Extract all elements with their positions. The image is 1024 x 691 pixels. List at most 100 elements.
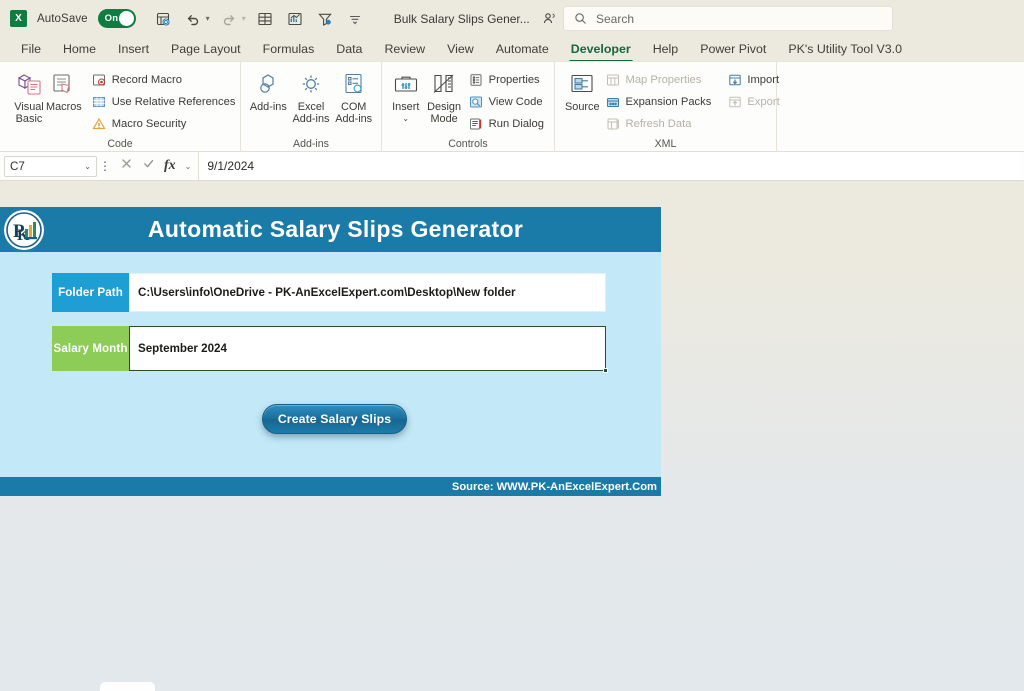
ribbon-tab-strip: File Home Insert Page Layout Formulas Da… [0, 37, 1024, 63]
macros-label: Macros [46, 101, 82, 113]
export-button: Export [723, 91, 783, 112]
macro-security-button[interactable]: Macro Security [88, 113, 240, 134]
excel-add-ins-label: Excel Add-ins [292, 101, 330, 125]
folder-path-input[interactable]: C:\Users\info\OneDrive - PK-AnExcelExper… [129, 273, 606, 312]
ribbon-group-addins: Add-ins Excel Add-ins COM Add-ins Add-in… [241, 62, 382, 152]
folder-path-label: Folder Path [52, 273, 129, 312]
formula-expand-icon[interactable]: ⌄ [185, 162, 192, 171]
use-relative-references-button[interactable]: Use Relative References [88, 91, 240, 112]
excel-add-ins-button[interactable]: Excel Add-ins [290, 66, 333, 125]
xml-source-icon [568, 70, 596, 100]
cell-fill-handle[interactable] [603, 368, 608, 373]
tab-data[interactable]: Data [325, 40, 373, 59]
ribbon-group-xml: Source Map Properties Expansion Packs Re… [555, 62, 780, 152]
chart-icon[interactable] [282, 6, 308, 32]
customize-quick-access-icon[interactable] [342, 6, 368, 32]
map-properties-label: Map Properties [625, 73, 702, 86]
panel-body: Folder Path C:\Users\info\OneDrive - PK-… [0, 252, 661, 477]
undo-dropdown-icon[interactable]: ▾ [206, 14, 210, 23]
ribbon-group-controls-label: Controls [448, 138, 488, 150]
com-add-ins-icon [340, 70, 368, 100]
import-label: Import [747, 73, 780, 86]
design-mode-button[interactable]: Design Mode [426, 66, 463, 125]
tab-developer[interactable]: Developer [560, 40, 642, 63]
insert-control-icon [392, 70, 420, 100]
tab-pk-utility-tool[interactable]: PK's Utility Tool V3.0 [777, 40, 913, 59]
insert-function-icon[interactable]: fx [164, 158, 176, 174]
ribbon-group-code-label: Code [107, 138, 133, 150]
expansion-packs-button[interactable]: Expansion Packs [602, 91, 716, 112]
create-salary-slips-button[interactable]: Create Salary Slips [262, 404, 407, 434]
ribbon-group-xml-label: XML [654, 138, 677, 150]
autosave-refresh-icon[interactable] [150, 6, 176, 32]
view-code-button[interactable]: View Code [465, 91, 548, 112]
insert-control-dropdown-icon[interactable]: ⌄ [402, 114, 409, 122]
search-input[interactable]: Search [563, 6, 893, 31]
tab-view[interactable]: View [436, 40, 485, 59]
tab-home[interactable]: Home [52, 40, 107, 59]
tab-automate[interactable]: Automate [485, 40, 560, 59]
name-box[interactable]: C7 ⌄ [4, 155, 97, 177]
search-placeholder: Search [596, 11, 635, 26]
macro-security-label: Macro Security [111, 117, 187, 130]
properties-icon [469, 72, 484, 87]
redo-dropdown-icon: ▾ [241, 14, 246, 23]
autosave-toggle[interactable]: On [97, 9, 136, 28]
formula-bar-options-icon[interactable]: ⋮ [97, 159, 113, 173]
excel-add-ins-icon [297, 70, 325, 100]
ribbon-group-controls: Insert ⌄ Design Mode Properties View Cod… [382, 62, 555, 152]
tab-review[interactable]: Review [373, 40, 436, 59]
visual-basic-button[interactable]: Visual Basic [14, 66, 44, 125]
ribbon: Visual Basic Macros Record Macro Use Rel… [0, 61, 1024, 152]
com-add-ins-button[interactable]: COM Add-ins [332, 66, 375, 125]
record-macro-label: Record Macro [111, 73, 182, 86]
salary-month-label: Salary Month [52, 326, 129, 371]
filter-icon[interactable] [312, 6, 338, 32]
autosave-label: AutoSave [37, 12, 88, 25]
add-ins-icon [254, 70, 282, 100]
expansion-packs-icon [606, 94, 621, 109]
panel-footer: Source: WWW.PK-AnExcelExpert.Com [0, 477, 661, 496]
tab-insert[interactable]: Insert [107, 40, 160, 59]
xml-source-button[interactable]: Source [565, 66, 600, 114]
formula-bar: C7 ⌄ ⋮ fx ⌄ 9/1/2024 [0, 151, 1024, 181]
import-button[interactable]: Import [723, 69, 783, 90]
formula-input[interactable]: 9/1/2024 [198, 152, 1020, 180]
pk-logo-icon: P K [4, 210, 44, 250]
expansion-packs-label: Expansion Packs [625, 95, 712, 108]
tab-help[interactable]: Help [642, 40, 689, 59]
confirm-icon[interactable] [142, 157, 155, 175]
design-mode-label: Design Mode [427, 101, 462, 125]
import-icon [727, 72, 742, 87]
redo-icon [216, 6, 242, 32]
map-properties-icon [606, 72, 621, 87]
tab-formulas[interactable]: Formulas [252, 40, 326, 59]
insert-control-button[interactable]: Insert ⌄ [388, 66, 424, 122]
run-dialog-button[interactable]: Run Dialog [465, 113, 548, 134]
controls-small-buttons: Properties View Code Run Dialog [465, 66, 548, 134]
panel-header: P K Automatic Salary Slips Generator [0, 207, 661, 252]
visual-basic-icon [14, 70, 44, 100]
name-box-dropdown-icon[interactable]: ⌄ [84, 162, 91, 171]
tab-power-pivot[interactable]: Power Pivot [689, 40, 777, 59]
document-title[interactable]: Bulk Salary Slips Gener... [394, 12, 530, 26]
undo-icon[interactable] [180, 6, 206, 32]
run-dialog-icon [469, 116, 484, 131]
add-ins-button[interactable]: Add-ins [247, 66, 290, 114]
map-properties-button: Map Properties [602, 69, 716, 90]
tab-page-layout[interactable]: Page Layout [160, 40, 252, 59]
sheet-tab-partial[interactable] [100, 682, 155, 691]
table-icon[interactable] [252, 6, 278, 32]
tab-file[interactable]: File [10, 40, 52, 59]
macros-button[interactable]: Macros [46, 66, 82, 114]
run-dialog-label: Run Dialog [488, 117, 544, 130]
record-macro-button[interactable]: Record Macro [88, 69, 240, 90]
properties-button[interactable]: Properties [465, 69, 548, 90]
cancel-icon[interactable] [120, 157, 133, 175]
svg-text:K: K [17, 227, 30, 244]
salary-month-input[interactable]: September 2024 [129, 326, 608, 373]
salary-slips-panel: P K Automatic Salary Slips Generator Fol… [0, 207, 661, 496]
share-person-icon[interactable] [542, 11, 557, 26]
xml-small-buttons-right: Import Export [723, 66, 783, 112]
add-ins-label: Add-ins [249, 101, 287, 113]
